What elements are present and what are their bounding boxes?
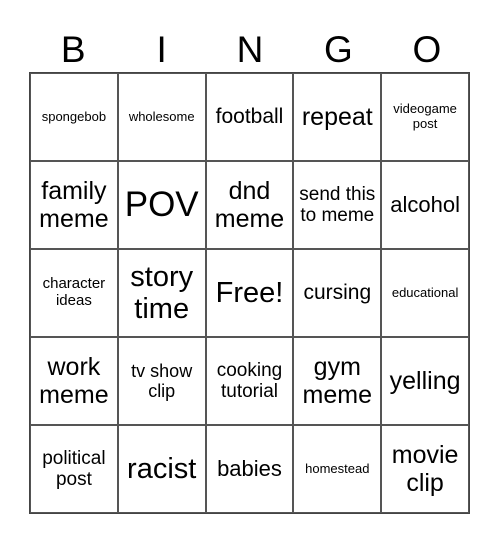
header-letter-n: N xyxy=(236,29,264,70)
bingo-cell-label: homestead xyxy=(305,460,370,476)
bingo-cell[interactable]: babies xyxy=(205,425,294,513)
bingo-cell-label: spongebob xyxy=(41,108,107,124)
bingo-cell-label: alcohol xyxy=(390,191,460,217)
bingo-cell-label: work meme xyxy=(39,353,109,409)
bingo-header: B I N G O xyxy=(29,28,471,72)
bingo-cell[interactable]: work meme xyxy=(30,337,118,425)
bingo-cell-label: racist xyxy=(127,452,197,485)
bingo-cell-label: tv show clip xyxy=(131,360,193,401)
bingo-cell[interactable]: movie clip xyxy=(381,425,469,513)
bingo-cell-label: story time xyxy=(130,260,194,325)
bingo-grid: spongebob wholesome football repeat videogam… xyxy=(29,72,470,514)
bingo-cell[interactable]: wholesome xyxy=(117,73,206,161)
bingo-cell-label: wholesome xyxy=(128,108,195,124)
bingo-cell[interactable]: political post xyxy=(30,425,118,513)
bingo-cell-label: cooking tutorial xyxy=(216,359,283,402)
bingo-cell-label: educational xyxy=(391,284,459,300)
bingo-cell[interactable]: alcohol xyxy=(381,161,469,249)
bingo-cell[interactable]: football xyxy=(205,73,294,161)
bingo-cell-label: yelling xyxy=(389,367,461,395)
bingo-cell[interactable]: spongebob xyxy=(30,73,118,161)
bingo-cell[interactable]: educational xyxy=(381,249,469,337)
bingo-cell[interactable]: racist xyxy=(117,425,206,513)
bingo-cell[interactable]: character ideas xyxy=(30,249,118,337)
bingo-cell-label: dnd meme xyxy=(214,177,285,233)
bingo-cell[interactable]: Free! xyxy=(205,249,294,337)
bingo-cell[interactable]: cursing xyxy=(293,249,382,337)
bingo-cell[interactable]: videogame post xyxy=(381,73,469,161)
bingo-cell-label: political post xyxy=(42,447,106,490)
bingo-cell[interactable]: tv show clip xyxy=(117,337,206,425)
bingo-cell-label: videogame post xyxy=(393,101,457,131)
bingo-cell-label: gym meme xyxy=(302,353,373,409)
bingo-cell-label: send this to meme xyxy=(299,183,376,226)
header-letter-b: B xyxy=(60,29,86,70)
header-letter-i: I xyxy=(156,29,167,70)
bingo-cell-label: repeat xyxy=(301,103,373,131)
header-letter-g: G xyxy=(324,29,353,70)
bingo-cell[interactable]: gym meme xyxy=(293,337,382,425)
header-letter-o: O xyxy=(412,29,442,70)
bingo-cell-label: cursing xyxy=(303,281,372,305)
bingo-cell[interactable]: story time xyxy=(117,249,206,337)
bingo-cell-label: football xyxy=(215,105,284,129)
bingo-cell-label: POV xyxy=(124,185,199,225)
bingo-cell[interactable]: family meme xyxy=(30,161,118,249)
bingo-cell-label: movie clip xyxy=(391,441,459,497)
bingo-cell[interactable]: dnd meme xyxy=(205,161,294,249)
bingo-cell[interactable]: yelling xyxy=(381,337,469,425)
bingo-cell-label: family meme xyxy=(39,177,109,233)
bingo-cell[interactable]: homestead xyxy=(293,425,382,513)
bingo-cell-label: Free! xyxy=(215,276,284,309)
bingo-cell[interactable]: repeat xyxy=(293,73,382,161)
bingo-cell[interactable]: send this to meme xyxy=(293,161,382,249)
bingo-cell-label: babies xyxy=(217,455,282,481)
bingo-cell[interactable]: cooking tutorial xyxy=(205,337,294,425)
bingo-cell[interactable]: POV xyxy=(117,161,206,249)
bingo-cell-label: character ideas xyxy=(42,275,106,309)
